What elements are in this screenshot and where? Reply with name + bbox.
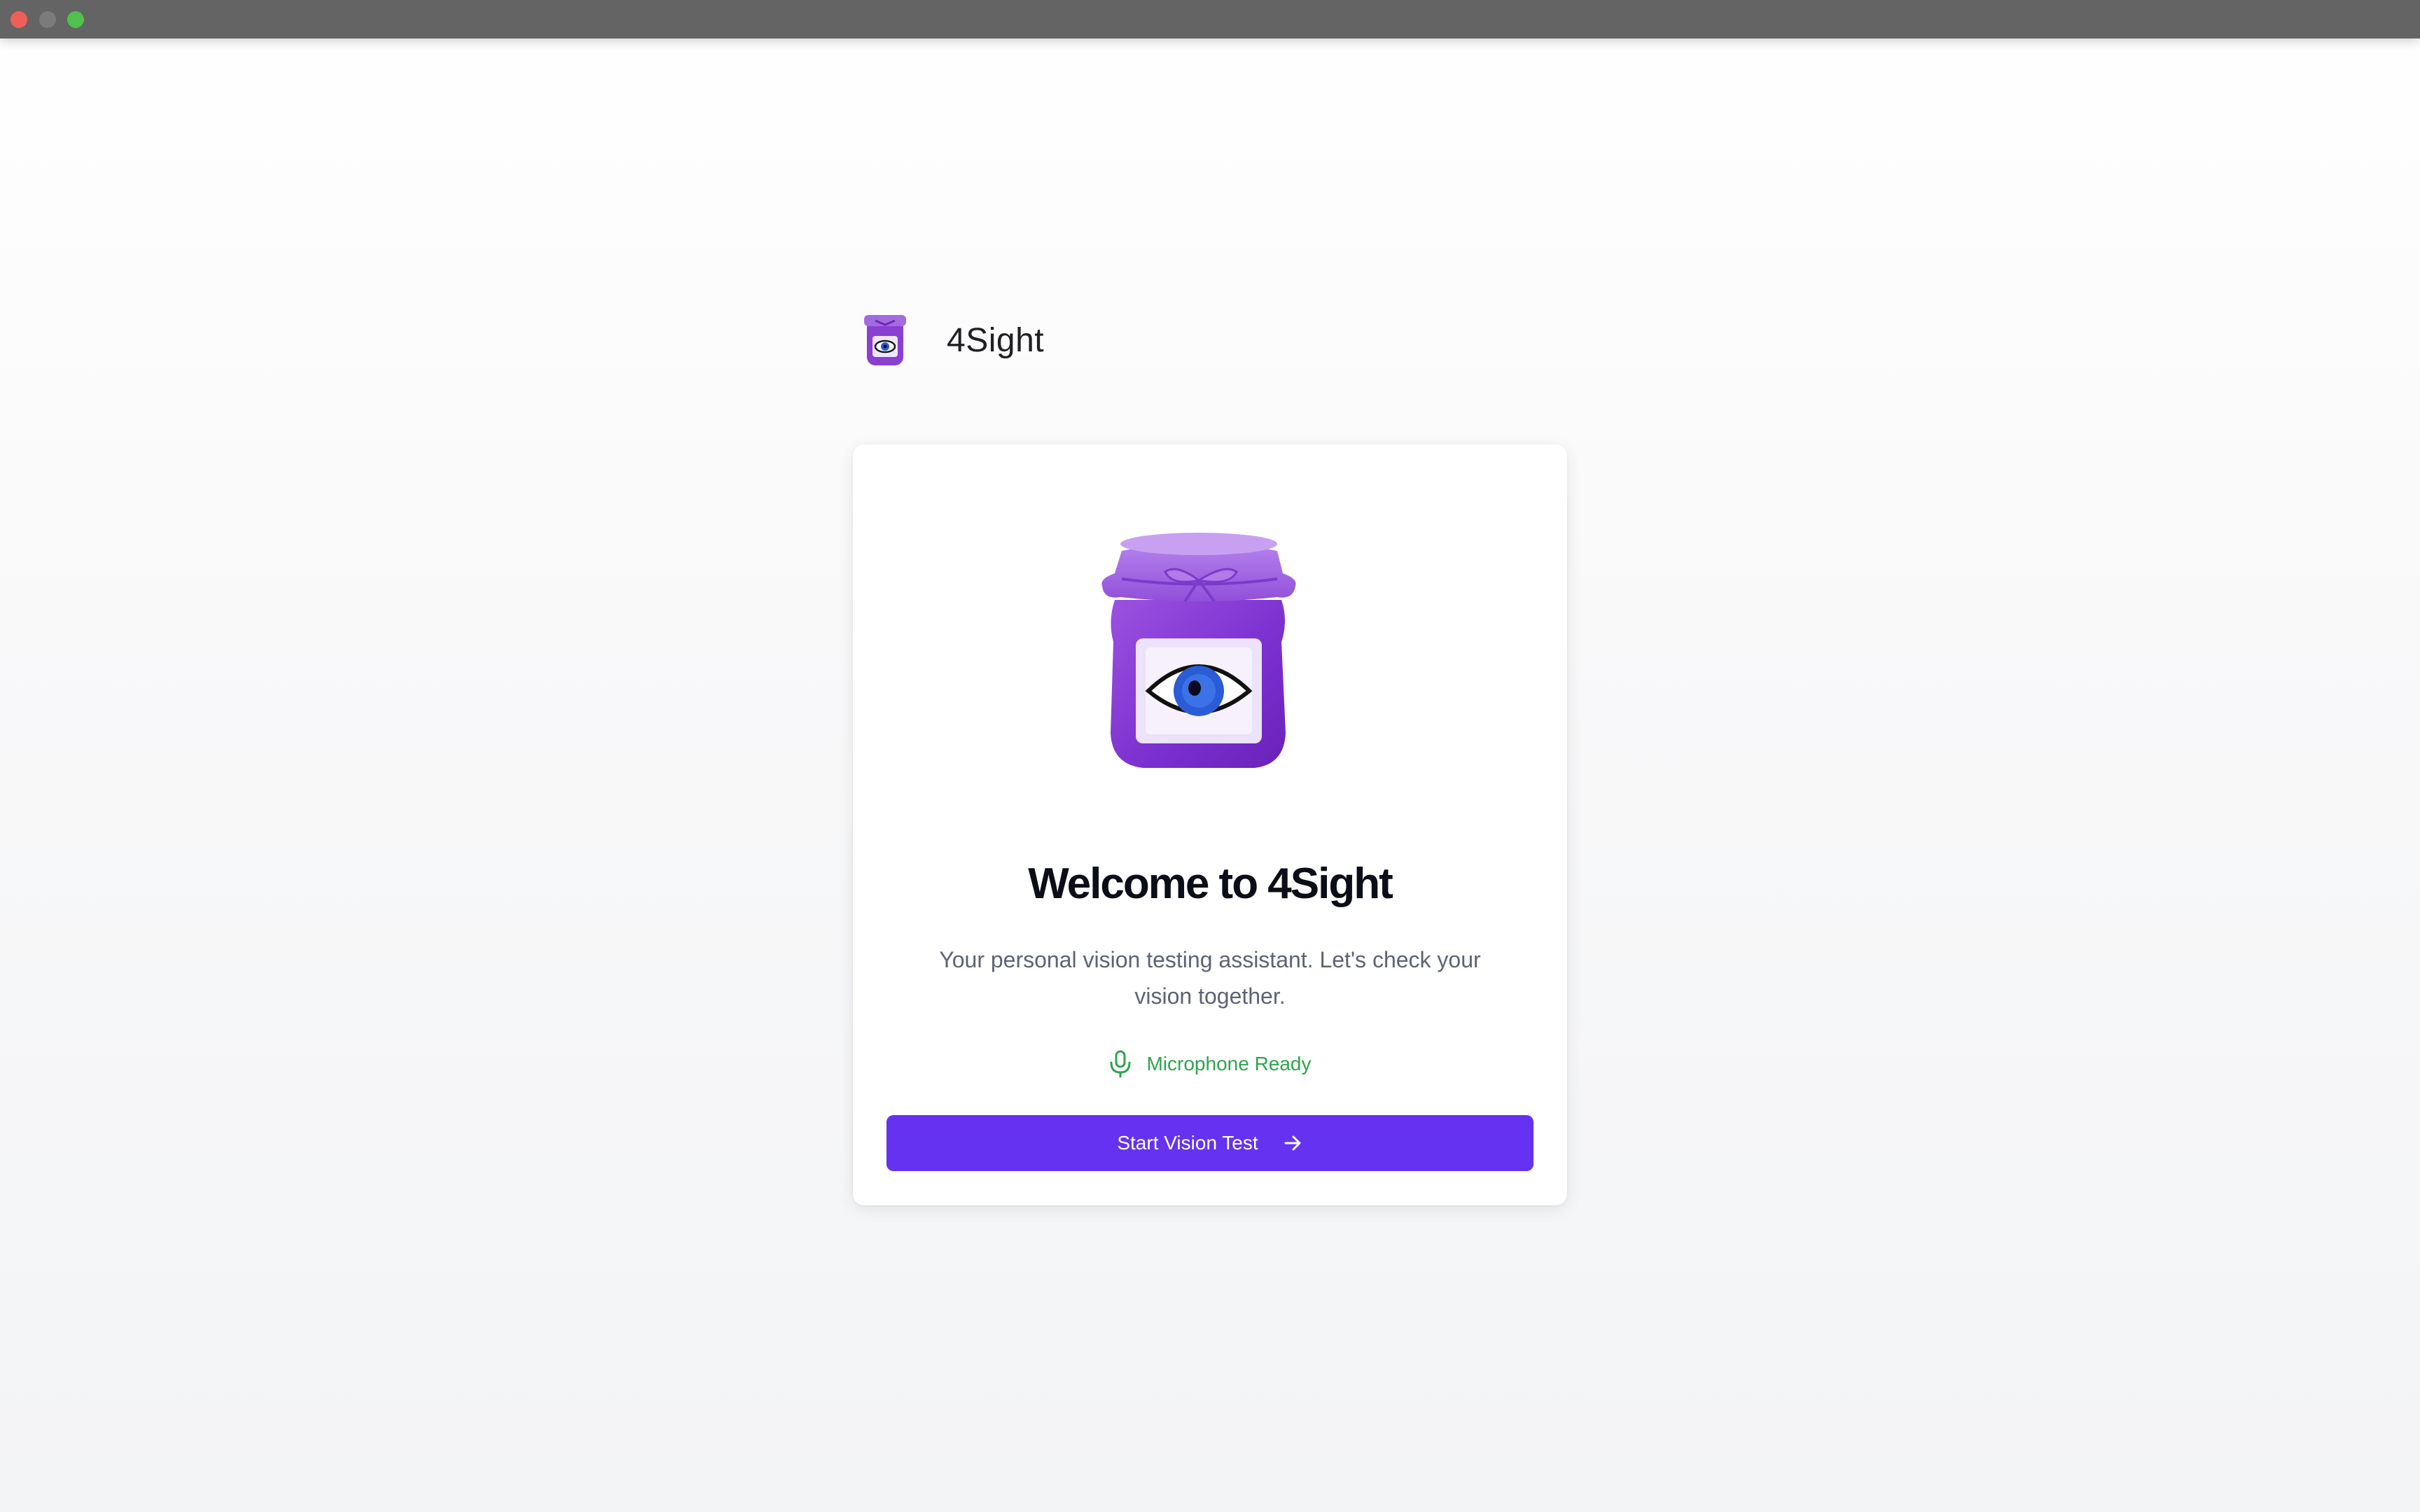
welcome-subtitle: Your personal vision testing assistant. … (939, 947, 1481, 1009)
app-header: 4Sight (860, 312, 1044, 368)
jar-logo-icon (864, 315, 906, 365)
app-name: 4Sight (947, 321, 1045, 359)
maximize-icon[interactable] (67, 11, 84, 28)
start-button-label: Start Vision Test (1117, 1132, 1258, 1154)
start-vision-test-button[interactable]: Start Vision Test (886, 1115, 1534, 1171)
jar-eye-illustration (1101, 533, 1296, 768)
welcome-card: Welcome to 4Sight Your personal vision t… (853, 444, 1567, 1205)
welcome-title: Welcome to 4Sight (1028, 860, 1393, 908)
arrow-right-icon (1284, 1135, 1301, 1151)
microphone-status: Microphone Ready (853, 1050, 1567, 1078)
minimize-icon[interactable] (39, 11, 56, 28)
microphone-status-label: Microphone Ready (1146, 1053, 1312, 1074)
close-icon[interactable] (11, 11, 27, 28)
microphone-icon (1110, 1050, 1131, 1078)
window-titlebar (0, 0, 2420, 38)
